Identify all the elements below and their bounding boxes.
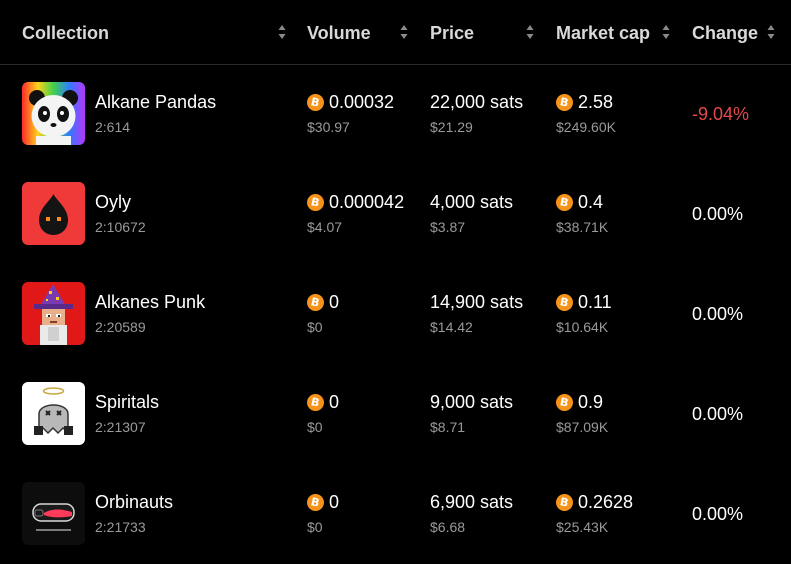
oil-drop-creature-avatar-icon xyxy=(22,182,85,245)
table-row[interactable]: Orbinauts 2:21733 B 0 $0 6,900 sats $6.6… xyxy=(0,464,791,564)
collection-id: 2:614 xyxy=(95,119,131,135)
price-sats: 6,900 sats xyxy=(430,492,514,512)
table-header: Collection Volume Price Market cap Chang… xyxy=(0,0,791,65)
collection-name[interactable]: Oyly xyxy=(95,192,131,213)
price-usd: $3.87 xyxy=(430,219,466,235)
price-sats: 9,000 sats xyxy=(430,392,514,412)
volume-usd: $0 xyxy=(307,519,323,535)
bitcoin-icon: B xyxy=(556,394,573,411)
market-cap-btc: B 0.9 xyxy=(556,392,603,413)
price-usd: $21.29 xyxy=(430,119,473,135)
bitcoin-icon: B xyxy=(556,294,573,311)
volume-btc: B 0 xyxy=(307,392,339,413)
market-cap-btc: B 2.58 xyxy=(556,92,613,113)
volume-btc: B 0.000042 xyxy=(307,192,404,213)
collection-id: 2:21307 xyxy=(95,419,146,435)
sort-icon[interactable] xyxy=(662,24,670,40)
table-row[interactable]: Alkanes Punk 2:20589 B 0 $0 14,900 sats … xyxy=(0,264,791,364)
collection-id: 2:21733 xyxy=(95,519,146,535)
column-header-label: Price xyxy=(430,22,475,43)
market-cap-btc: B 0.11 xyxy=(556,292,612,313)
volume-btc-value: 0.00032 xyxy=(329,92,395,112)
market-cap-usd: $10.64K xyxy=(556,319,609,335)
volume-usd: $4.07 xyxy=(307,219,343,235)
collection-id: 2:20589 xyxy=(95,319,146,335)
collection-name[interactable]: Alkanes Punk xyxy=(95,292,205,313)
market-cap-usd: $38.71K xyxy=(556,219,609,235)
market-cap-btc: B 0.4 xyxy=(556,192,603,213)
market-cap-btc-value: 0.11 xyxy=(578,292,612,312)
change-value: 0.00% xyxy=(692,204,744,224)
price-sats: 14,900 sats xyxy=(430,292,524,312)
volume-btc-value: 0.000042 xyxy=(329,192,405,212)
volume-usd: $30.97 xyxy=(307,119,350,135)
column-header-market-cap[interactable]: Market cap xyxy=(556,22,676,44)
pixel-wizard-punk-avatar-icon xyxy=(22,282,85,345)
bitcoin-icon: B xyxy=(307,194,324,211)
volume-btc: B 0 xyxy=(307,292,339,313)
volume-btc-value: 0 xyxy=(329,392,340,412)
market-cap-btc-value: 2.58 xyxy=(578,92,614,112)
column-header-change[interactable]: Change xyxy=(692,22,782,44)
bitcoin-icon: B xyxy=(307,494,324,511)
sort-icon[interactable] xyxy=(278,24,286,40)
column-header-volume[interactable]: Volume xyxy=(307,22,412,44)
bitcoin-icon: B xyxy=(307,294,324,311)
table-row[interactable]: Oyly 2:10672 B 0.000042 $4.07 4,000 sats… xyxy=(0,164,791,264)
column-header-label: Change xyxy=(692,22,759,43)
market-cap-btc-value: 0.9 xyxy=(578,392,604,412)
change-value: 0.00% xyxy=(692,504,744,524)
column-header-label: Market cap xyxy=(556,22,651,43)
bitcoin-icon: B xyxy=(307,394,324,411)
table-row[interactable]: Alkane Pandas 2:614 B 0.00032 $30.97 22,… xyxy=(0,64,791,164)
market-cap-usd: $249.60K xyxy=(556,119,616,135)
collection-name[interactable]: Alkane Pandas xyxy=(95,92,216,113)
market-cap-btc: B 0.2628 xyxy=(556,492,633,513)
price-sats: 22,000 sats xyxy=(430,92,524,112)
column-header-price[interactable]: Price xyxy=(430,22,540,44)
market-cap-btc-value: 0.4 xyxy=(578,192,604,212)
ghost-with-halo-avatar-icon xyxy=(22,382,85,445)
market-cap-usd: $25.43K xyxy=(556,519,609,535)
bitcoin-icon: B xyxy=(556,94,573,111)
column-header-label: Collection xyxy=(22,22,110,43)
collection-id: 2:10672 xyxy=(95,219,146,235)
market-cap-usd: $87.09K xyxy=(556,419,609,435)
bitcoin-icon: B xyxy=(556,194,573,211)
sort-icon[interactable] xyxy=(400,24,408,40)
volume-usd: $0 xyxy=(307,419,323,435)
orbinauts-capsule-avatar-icon xyxy=(22,482,85,545)
change-value: 0.00% xyxy=(692,304,744,324)
price-usd: $14.42 xyxy=(430,319,473,335)
collection-name[interactable]: Orbinauts xyxy=(95,492,173,513)
volume-btc: B 0 xyxy=(307,492,339,513)
bitcoin-icon: B xyxy=(307,94,324,111)
volume-btc-value: 0 xyxy=(329,292,340,312)
change-value: 0.00% xyxy=(692,404,744,424)
price-usd: $8.71 xyxy=(430,419,466,435)
sort-icon[interactable] xyxy=(526,24,534,40)
column-header-label: Volume xyxy=(307,22,371,43)
bitcoin-icon: B xyxy=(556,494,573,511)
sort-icon[interactable] xyxy=(767,24,775,40)
volume-btc: B 0.00032 xyxy=(307,92,394,113)
price-usd: $6.68 xyxy=(430,519,466,535)
volume-usd: $0 xyxy=(307,319,323,335)
change-value: -9.04% xyxy=(692,104,750,124)
column-header-collection[interactable]: Collection xyxy=(22,22,292,44)
price-sats: 4,000 sats xyxy=(430,192,514,212)
collection-name[interactable]: Spiritals xyxy=(95,392,159,413)
table-row[interactable]: Spiritals 2:21307 B 0 $0 9,000 sats $8.7… xyxy=(0,364,791,464)
panda-avatar-icon xyxy=(22,82,85,145)
market-cap-btc-value: 0.2628 xyxy=(578,492,634,512)
volume-btc-value: 0 xyxy=(329,492,340,512)
